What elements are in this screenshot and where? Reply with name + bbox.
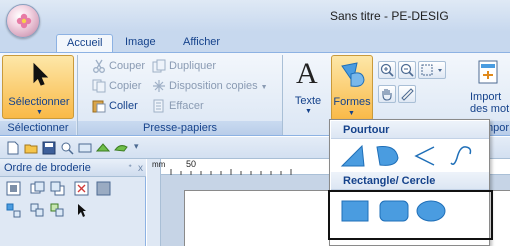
forms-button[interactable]: Formes ▼ xyxy=(331,55,373,121)
text-glyph-icon: A xyxy=(296,57,318,90)
order-up-icon[interactable] xyxy=(30,181,45,196)
zoom-in-icon xyxy=(380,63,394,77)
import-button[interactable]: Import des mot xyxy=(462,57,510,121)
customize-toolbar-icon[interactable]: ▾ xyxy=(134,141,139,152)
import-button-label: Import des mot xyxy=(470,91,510,115)
ribbon-tabs: Accueil Image Afficher xyxy=(0,32,510,52)
copy-layout-label: Disposition copies xyxy=(169,80,258,92)
order-down-icon[interactable] xyxy=(50,181,65,196)
pin-icon[interactable]: ᐩ xyxy=(128,160,132,178)
merge-icon[interactable] xyxy=(50,203,65,218)
hand-icon xyxy=(382,89,392,101)
transfer-icon[interactable] xyxy=(96,141,110,155)
chevron-down-icon: ▼ xyxy=(348,110,355,117)
window-title: Sans titre - PE-DESIG xyxy=(330,9,449,23)
tab-image[interactable]: Image xyxy=(115,34,166,52)
select-button[interactable]: Sélectionner ▼ xyxy=(2,55,74,119)
order-last-icon[interactable] xyxy=(96,181,111,196)
group-icon[interactable] xyxy=(6,203,21,218)
new-file-icon[interactable] xyxy=(6,141,20,155)
pan-button[interactable] xyxy=(378,85,396,103)
text-button-label: Texte xyxy=(294,95,322,107)
tab-accueil[interactable]: Accueil xyxy=(56,34,114,52)
group-separator xyxy=(282,55,283,135)
panel-title-text: Ordre de broderie xyxy=(4,162,91,174)
pointer-icon[interactable] xyxy=(74,203,89,218)
title-bar: Sans titre - PE-DESIG xyxy=(0,0,510,32)
arrow-cursor-icon xyxy=(33,62,49,86)
zigzag-line-icon[interactable] xyxy=(412,144,438,168)
application-menu-button[interactable] xyxy=(6,4,40,38)
zoom-icon[interactable] xyxy=(60,141,74,155)
paste-button[interactable]: Coller xyxy=(92,97,138,115)
order-first-icon[interactable] xyxy=(6,181,21,196)
duplicate-icon xyxy=(152,59,166,73)
vertical-ruler xyxy=(147,159,161,246)
ruler-icon xyxy=(401,88,414,101)
chevron-down-icon: ▼ xyxy=(36,109,43,116)
forms-button-label: Formes xyxy=(333,96,371,108)
copy-label: Copier xyxy=(109,80,142,92)
clipboard-icon xyxy=(92,100,106,113)
zoom-fit-icon xyxy=(421,64,442,76)
close-icon[interactable]: x xyxy=(138,160,143,178)
chevron-down-icon: ▼ xyxy=(305,108,312,115)
scissors-icon xyxy=(93,59,105,74)
shapes-icon xyxy=(341,62,365,87)
preview-icon[interactable] xyxy=(78,141,92,155)
duplicate-label: Dupliquer xyxy=(169,60,217,72)
section-rect-circle-header: Rectangle/ Cercle xyxy=(331,172,489,190)
text-button[interactable]: A Texte ▼ xyxy=(288,57,328,119)
copy-icon xyxy=(92,79,106,93)
tab-afficher[interactable]: Afficher xyxy=(173,34,230,52)
copy-layout-icon xyxy=(153,80,165,93)
send-icon[interactable] xyxy=(114,141,128,155)
copy-layout-button[interactable]: Disposition copies ▼ xyxy=(152,77,268,95)
order-reset-icon[interactable] xyxy=(74,181,89,196)
open-triangle-shape-icon[interactable] xyxy=(340,144,366,168)
open-folder-icon[interactable] xyxy=(24,141,38,155)
flower-icon xyxy=(16,13,32,29)
zoom-out-icon xyxy=(400,63,414,77)
zoom-in-button[interactable] xyxy=(378,61,396,79)
select-button-label: Sélectionner xyxy=(8,96,70,108)
highlight-callout-box xyxy=(328,190,493,240)
section-outline-header: Pourtour xyxy=(331,121,489,139)
ruler-unit: mm xyxy=(152,160,166,169)
group-label-select: Sélectionner xyxy=(0,121,76,135)
panel-title: Ordre de broderie ᐩ x xyxy=(0,159,146,177)
zoom-out-button[interactable] xyxy=(398,61,416,79)
group-label-clipboard: Presse-papiers xyxy=(78,121,282,135)
embroidery-order-panel: Ordre de broderie ᐩ x xyxy=(0,159,146,246)
cut-label: Couper xyxy=(109,60,146,72)
copy-button[interactable]: Copier xyxy=(92,77,141,95)
zoom-fit-dropdown[interactable] xyxy=(418,61,446,79)
ungroup-icon[interactable] xyxy=(30,203,45,218)
curved-shape-icon[interactable] xyxy=(374,144,400,168)
chevron-down-icon: ▼ xyxy=(260,84,268,91)
paste-label: Coller xyxy=(109,100,138,112)
duplicate-button[interactable]: Dupliquer xyxy=(152,57,216,75)
import-icon xyxy=(478,60,498,84)
cut-button[interactable]: Couper xyxy=(92,57,145,75)
curve-line-icon[interactable] xyxy=(448,144,474,168)
delete-button[interactable]: Effacer xyxy=(152,97,204,115)
ruler-mark-50: 50 xyxy=(186,159,197,169)
delete-icon xyxy=(153,99,164,113)
measure-button[interactable] xyxy=(398,85,416,103)
delete-label: Effacer xyxy=(169,100,204,112)
zoom-tools xyxy=(378,61,458,109)
save-icon[interactable] xyxy=(42,141,56,155)
